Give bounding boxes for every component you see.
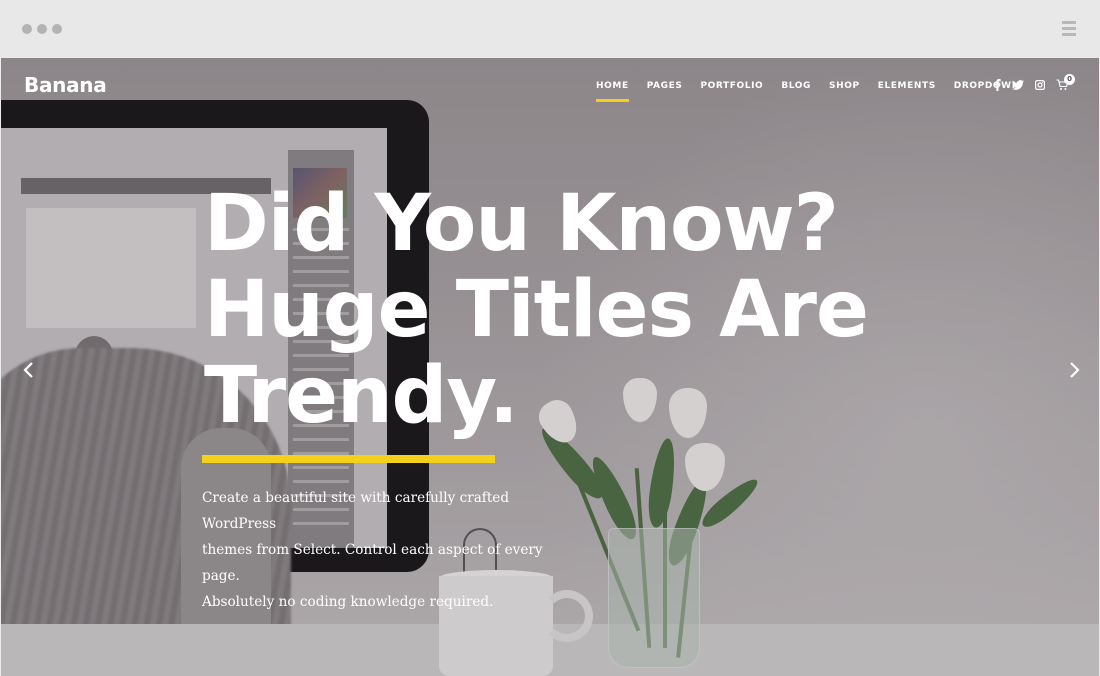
nav-item-shop[interactable]: SHOP bbox=[829, 81, 860, 91]
hero-description-line: themes from Select. Control each aspect … bbox=[202, 542, 543, 584]
hero-accent-rule bbox=[202, 455, 495, 463]
chevron-right-icon[interactable] bbox=[1064, 360, 1084, 380]
hamburger-icon[interactable] bbox=[1062, 21, 1076, 36]
nav-item-pages[interactable]: PAGES bbox=[647, 81, 683, 91]
nav-item-portfolio[interactable]: PORTFOLIO bbox=[700, 81, 763, 91]
hero-description: Create a beautiful site with carefully c… bbox=[202, 485, 562, 615]
hero-title-line: Huge Titles Are bbox=[204, 265, 869, 355]
hero-title: Did You Know? Huge Titles Are Trendy. bbox=[204, 179, 869, 441]
window-dots-icon bbox=[22, 24, 62, 34]
browser-window: Banana HOME PAGES PORTFOLIO BLOG SHOP EL… bbox=[0, 0, 1100, 676]
chevron-left-icon[interactable] bbox=[19, 360, 39, 380]
site-logo[interactable]: Banana bbox=[24, 73, 107, 97]
instagram-icon[interactable] bbox=[1035, 80, 1045, 90]
nav-item-home[interactable]: HOME bbox=[596, 81, 629, 102]
browser-toolbar bbox=[0, 0, 1100, 58]
hero-title-line: Trendy. bbox=[204, 351, 519, 441]
social-links: 0 bbox=[994, 74, 1075, 91]
facebook-icon[interactable] bbox=[994, 79, 1001, 91]
twitter-icon[interactable] bbox=[1012, 80, 1024, 90]
cart-icon[interactable]: 0 bbox=[1056, 74, 1075, 91]
page-viewport: Banana HOME PAGES PORTFOLIO BLOG SHOP EL… bbox=[1, 58, 1099, 676]
hero-description-line: Absolutely no coding knowledge required. bbox=[202, 594, 494, 610]
nav-item-elements[interactable]: ELEMENTS bbox=[878, 81, 936, 91]
hero-title-line: Did You Know? bbox=[204, 179, 839, 269]
cart-count-badge: 0 bbox=[1064, 74, 1075, 85]
main-nav: HOME PAGES PORTFOLIO BLOG SHOP ELEMENTS … bbox=[596, 81, 1038, 102]
nav-item-blog[interactable]: BLOG bbox=[781, 81, 811, 91]
hero-description-line: Create a beautiful site with carefully c… bbox=[202, 490, 510, 532]
